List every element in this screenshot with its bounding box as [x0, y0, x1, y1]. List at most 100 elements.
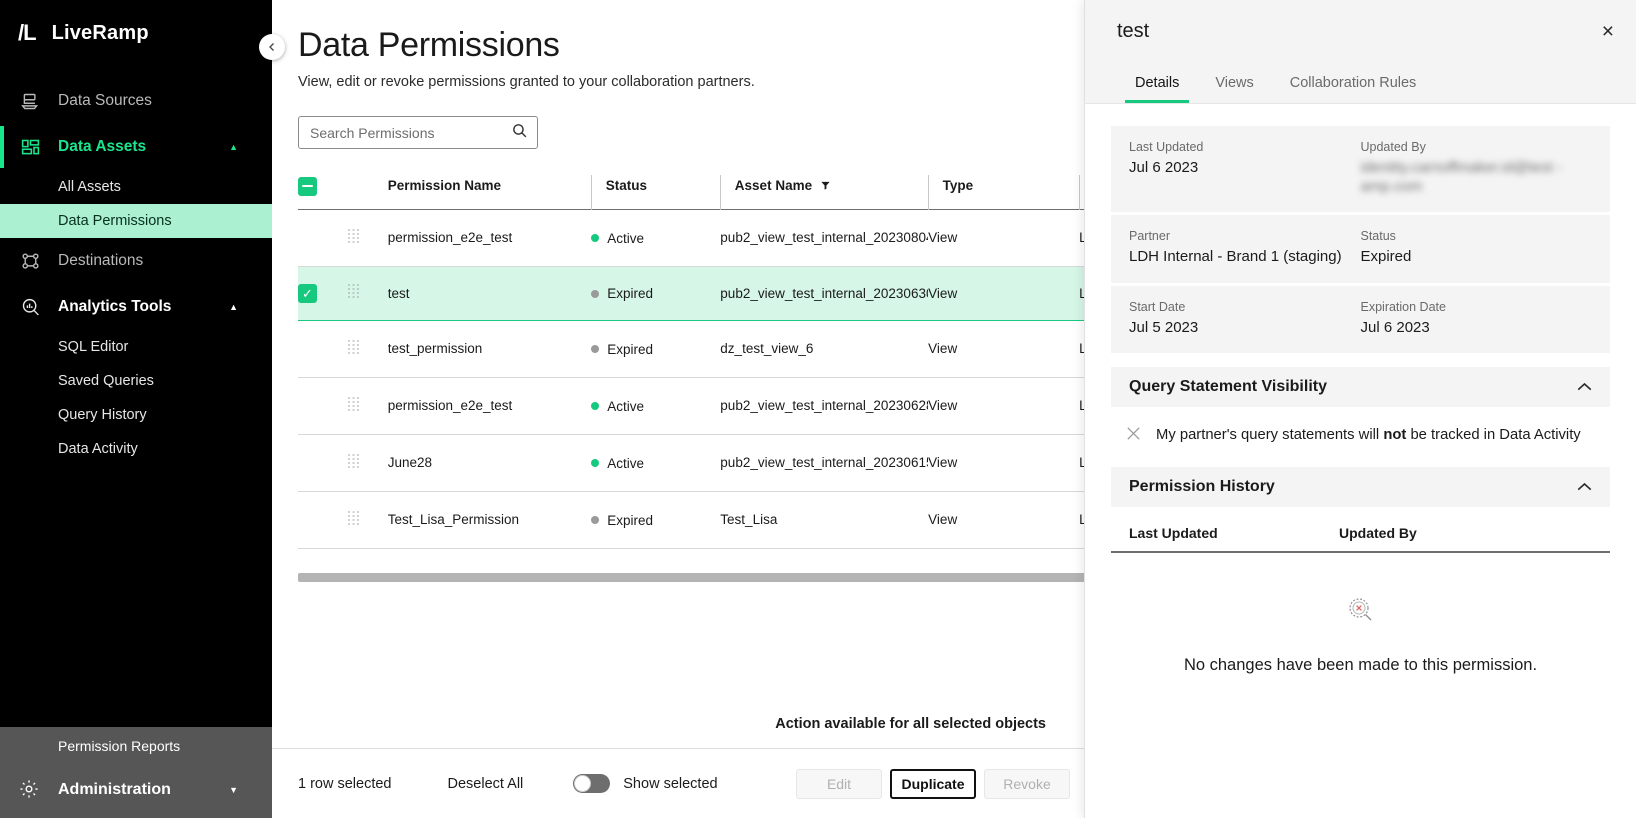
- row-drag-cell[interactable]: [348, 320, 388, 378]
- row-drag-cell[interactable]: [348, 434, 388, 492]
- row-checkbox[interactable]: [298, 509, 317, 528]
- row-drag-cell[interactable]: [348, 265, 388, 321]
- tab-collaboration-rules[interactable]: Collaboration Rules: [1272, 62, 1435, 103]
- rows-selected-count: 1 row selected: [298, 775, 392, 792]
- row-checkbox[interactable]: ✓: [298, 283, 317, 303]
- query-statement-visibility-header[interactable]: Query Statement Visibility: [1111, 366, 1610, 407]
- drag-handle-icon[interactable]: [348, 396, 362, 411]
- table-row[interactable]: test_permission Expired dz_test_view_6 View…: [298, 320, 1098, 378]
- row-select-cell[interactable]: [298, 209, 349, 267]
- cell-asset-name: dz_test_view_6: [720, 320, 929, 378]
- row-select-cell[interactable]: [298, 320, 349, 378]
- row-select-cell[interactable]: [298, 548, 349, 568]
- drag-handle-icon[interactable]: [348, 228, 362, 243]
- row-checkbox[interactable]: [298, 227, 317, 246]
- chevron-up-icon[interactable]: [1577, 480, 1592, 494]
- column-permission-name[interactable]: Permission Name: [388, 175, 592, 209]
- sidebar-collapse-button[interactable]: [259, 34, 285, 60]
- tab-views[interactable]: Views: [1197, 62, 1271, 103]
- row-checkbox[interactable]: [298, 395, 317, 414]
- sidebar-item-permission-reports[interactable]: Permission Reports: [0, 727, 272, 765]
- row-checkbox[interactable]: [298, 566, 317, 568]
- field-label: Partner: [1129, 229, 1170, 244]
- text-before: My partner's query statements will: [1156, 426, 1384, 443]
- search-permissions-box[interactable]: [298, 116, 538, 150]
- row-checkbox[interactable]: [298, 452, 317, 471]
- tab-details[interactable]: Details: [1117, 62, 1197, 103]
- sidebar-item-data-activity[interactable]: Data Activity: [0, 432, 272, 466]
- sidebar-item-analytics-tools[interactable]: Analytics Tools ▲: [0, 284, 272, 330]
- sidebar-subitem-label: SQL Editor: [58, 339, 129, 355]
- drag-handle-icon[interactable]: [348, 284, 362, 299]
- status-dot-icon: [591, 234, 600, 243]
- column-status[interactable]: Status: [590, 175, 721, 210]
- chevron-up-icon[interactable]: ▲: [229, 302, 238, 312]
- drag-handle-icon: [348, 284, 360, 299]
- text-bold: not: [1383, 426, 1407, 443]
- toggle-track[interactable]: [573, 774, 611, 793]
- chevron-down-icon[interactable]: ▼: [229, 785, 238, 795]
- revoke-button[interactable]: Revoke: [984, 768, 1070, 799]
- table-row[interactable]: permission_e2e_testActivepub2_view_test_…: [298, 548, 1098, 568]
- row-drag-cell[interactable]: [348, 491, 388, 549]
- show-selected-toggle[interactable]: Show selected: [573, 774, 718, 793]
- liveramp-logo-icon: /L: [18, 20, 37, 45]
- edit-button[interactable]: Edit: [796, 768, 882, 799]
- chevron-up-icon[interactable]: ▲: [229, 142, 238, 152]
- search-icon[interactable]: [511, 122, 528, 144]
- column-asset-name[interactable]: Asset Name: [719, 175, 929, 210]
- sidebar-item-data-assets[interactable]: Data Assets ▲: [0, 124, 272, 170]
- drag-handle-icon: [348, 453, 360, 468]
- app-root: /L LiveRamp Data Sources Data Assets ▲ A…: [0, 0, 1636, 818]
- deselect-all-button[interactable]: Deselect All: [448, 776, 524, 792]
- drag-handle-icon[interactable]: [348, 510, 362, 525]
- drag-handle-icon[interactable]: [348, 453, 362, 468]
- sidebar-item-query-history[interactable]: Query History: [0, 398, 272, 432]
- row-select-cell[interactable]: [298, 434, 349, 492]
- info-card-dates: Start Date Jul 5 2023 Expiration Date Ju…: [1111, 285, 1610, 353]
- permission-history-header[interactable]: Permission History: [1111, 467, 1610, 508]
- row-select-cell[interactable]: ✓: [298, 265, 349, 321]
- column-type[interactable]: Type: [927, 175, 1080, 210]
- destinations-icon: [18, 249, 42, 273]
- drag-handle-icon: [348, 339, 360, 354]
- table-row[interactable]: June28 Active pub2_view_test_internal_2023…: [298, 434, 1098, 492]
- row-select-cell[interactable]: [298, 377, 349, 435]
- close-icon[interactable]: ×: [1602, 21, 1614, 42]
- field-value: Expired: [1360, 248, 1412, 266]
- field-value: Jul 6 2023: [1129, 159, 1199, 176]
- row-select-cell[interactable]: [298, 491, 349, 549]
- sidebar-item-data-sources[interactable]: Data Sources: [0, 78, 272, 124]
- sidebar-item-sql-editor[interactable]: SQL Editor: [0, 330, 272, 364]
- section-title: Query Statement Visibility: [1129, 377, 1327, 395]
- sidebar-item-destinations[interactable]: Destinations: [0, 238, 272, 284]
- duplicate-button[interactable]: Duplicate: [890, 768, 976, 799]
- sidebar-subitem-label: Data Permissions: [58, 213, 172, 229]
- cell-permission-name: permission_e2e_test: [387, 377, 592, 435]
- permissions-table: Permission Name Status Asset Name Type P…: [298, 175, 1098, 568]
- row-checkbox[interactable]: [298, 338, 317, 357]
- table-horizontal-scrollbar[interactable]: [298, 573, 1098, 583]
- row-drag-cell[interactable]: [348, 209, 388, 267]
- table-row[interactable]: ✓ test Expired pub2_view_test_internal_2023…: [298, 265, 1098, 321]
- show-selected-label: Show selected: [623, 775, 718, 792]
- cell-permission-name: test: [387, 265, 592, 321]
- cell-asset-name: Test_Lisa: [720, 491, 929, 549]
- sidebar-item-saved-queries[interactable]: Saved Queries: [0, 364, 272, 398]
- table-row[interactable]: Test_Lisa_Permission Expired Test_Lisa View…: [298, 491, 1098, 549]
- scrollbar-thumb[interactable]: [298, 573, 1088, 583]
- select-all-checkbox[interactable]: [298, 176, 317, 196]
- table-row[interactable]: permission_e2e_testActivepub2_view_test_…: [298, 209, 1098, 267]
- table-row[interactable]: permission_e2e_testActivepub2_view_test_…: [298, 377, 1098, 435]
- row-drag-cell[interactable]: [348, 548, 388, 568]
- chevron-up-icon[interactable]: [1577, 380, 1592, 394]
- sidebar-item-all-assets[interactable]: All Assets: [0, 170, 272, 204]
- search-input[interactable]: [310, 124, 511, 141]
- field-status: Status Expired: [1361, 229, 1593, 266]
- sidebar-item-administration[interactable]: Administration ▼: [0, 765, 272, 818]
- cell-permission-name: test_permission: [387, 320, 592, 378]
- row-drag-cell[interactable]: [348, 377, 388, 435]
- drag-handle-icon[interactable]: [348, 339, 362, 354]
- history-column-last-updated: Last Updated: [1129, 525, 1218, 542]
- sidebar-item-data-permissions[interactable]: Data Permissions: [0, 204, 272, 238]
